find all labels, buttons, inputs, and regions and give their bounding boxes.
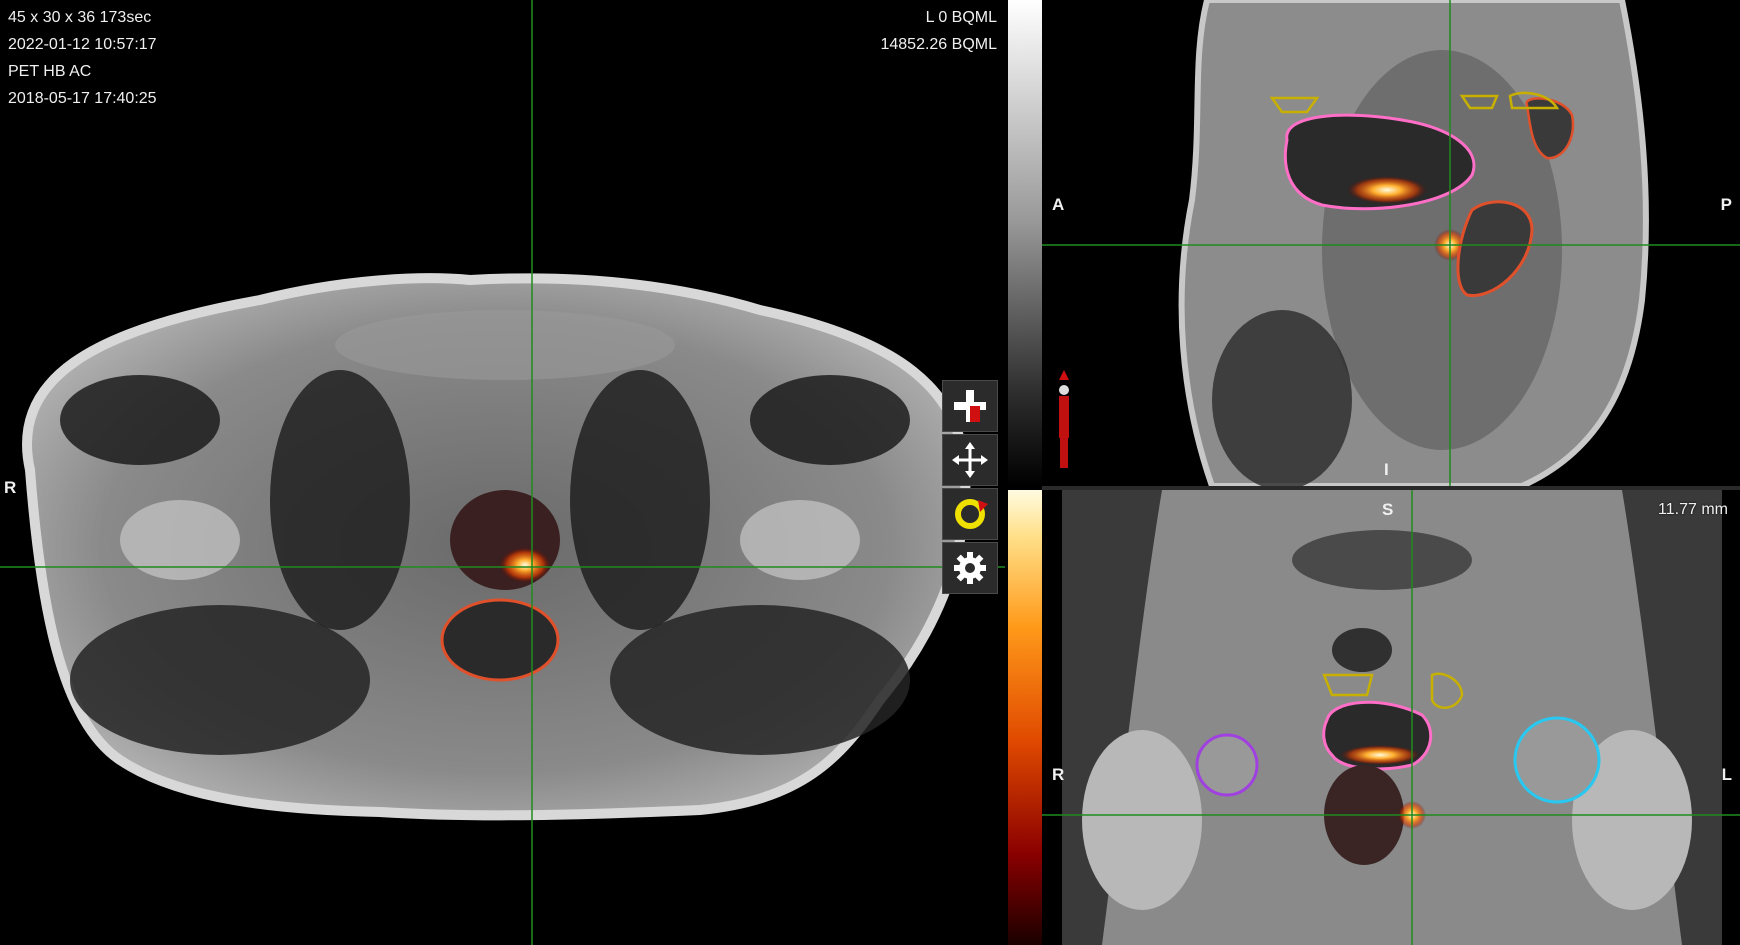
grayscale-colorbar[interactable] [1008,0,1042,486]
info-line: PET HB AC [8,63,92,80]
hot-colorbar[interactable] [1008,490,1042,945]
info-line: 2022-01-12 10:57:17 [8,36,157,53]
add-icon [954,390,986,422]
orientation-right: L [1721,765,1732,784]
move-icon [952,442,988,478]
orientation-top: S [1382,500,1394,519]
gear-icon [954,552,986,584]
window-high: 14852.26 BQML [880,36,997,53]
window-level-info: L 0 BQML 14852.26 BQML [880,4,997,58]
info-line: 2018-05-17 17:40:25 [8,90,157,107]
settings-tool-button[interactable] [942,542,998,594]
rectum-contour [440,598,560,682]
body-orientation-icon [1059,370,1069,468]
orientation-right: P [1720,195,1732,214]
coronal-image [1042,490,1740,945]
rotate-icon [955,499,988,529]
sagittal-viewport[interactable]: A P I [1042,0,1740,486]
info-line: 45 x 30 x 36 173sec [8,9,152,26]
pan-tool-button[interactable] [942,434,998,486]
orientation-left: A [1052,195,1065,214]
sagittal-image [1042,0,1740,486]
femoral-left-contour [1513,716,1601,804]
scan-info: 45 x 30 x 36 173sec 2022-01-12 10:57:17 … [8,4,157,112]
add-tool-button[interactable] [942,380,998,432]
orientation-left: R [4,478,17,497]
orientation-left: R [1052,765,1065,784]
axial-viewport[interactable]: 45 x 30 x 36 173sec 2022-01-12 10:57:17 … [0,0,1005,945]
femoral-right-contour [1195,733,1259,797]
orientation-bottom: I [1384,460,1389,479]
window-low: L 0 BQML [925,9,997,26]
distance-readout: 11.77 mm [1658,501,1728,518]
rotate-tool-button[interactable] [942,488,998,540]
axial-image [0,0,1005,945]
coronal-viewport[interactable]: S R L 11.77 mm [1042,490,1740,945]
